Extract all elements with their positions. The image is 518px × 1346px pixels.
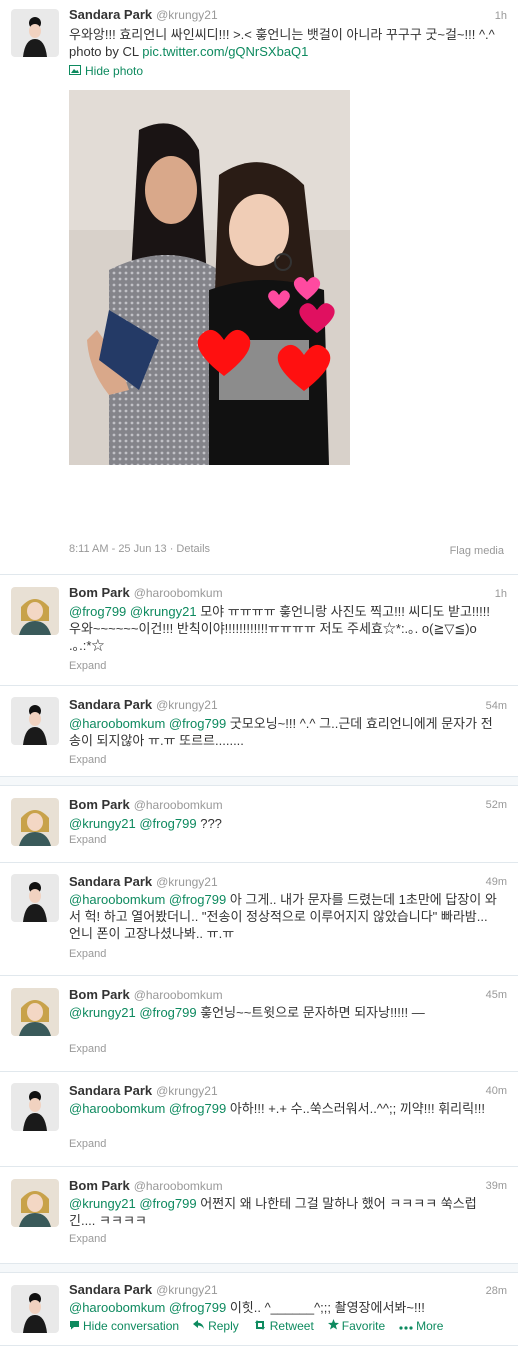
author-handle[interactable]: @haroobomkum [134, 1179, 223, 1193]
avatar-bom[interactable] [11, 587, 59, 635]
avatar-sandara[interactable] [11, 697, 59, 745]
tweet-text: @krungy21 @frog799 ??? [69, 816, 222, 831]
tweet-actions: Hide conversation Reply Retweet Favorite… [69, 1319, 443, 1333]
avatar-sandara[interactable] [11, 9, 59, 57]
hide-conversation-button[interactable]: Hide conversation [69, 1319, 179, 1333]
avatar-bom[interactable] [11, 1179, 59, 1227]
more-button[interactable]: More [399, 1319, 443, 1333]
avatar-bom[interactable] [11, 798, 59, 846]
tweet-time[interactable]: 28m [486, 1285, 507, 1297]
tweet-photo[interactable] [69, 90, 350, 465]
tweet-selected[interactable]: Sandara Park @krungy21 28m @haroobomkum @… [0, 1272, 518, 1346]
author-handle[interactable]: @krungy21 [156, 698, 218, 712]
tweet-time[interactable]: 40m [486, 1085, 507, 1097]
retweet-button[interactable]: Retweet [253, 1319, 314, 1333]
reply-icon [193, 1319, 205, 1333]
author-name[interactable]: Sandara Park @krungy21 [69, 1083, 218, 1098]
tweet-time[interactable]: 49m [486, 876, 507, 888]
mention-link[interactable]: @haroobomkum [69, 1101, 165, 1116]
more-icon [399, 1319, 413, 1333]
tweet[interactable]: Bom Park @haroobomkum 39m @krungy21 @frog… [0, 1167, 518, 1264]
author-name[interactable]: Bom Park @haroobomkum [69, 1178, 223, 1193]
reply-button[interactable]: Reply [193, 1319, 239, 1333]
avatar-bom[interactable] [11, 988, 59, 1036]
mention-link[interactable]: @frog799 [169, 1101, 226, 1116]
author-name[interactable]: Bom Park @haroobomkum [69, 797, 223, 812]
mention-link[interactable]: @haroobomkum [69, 1300, 165, 1315]
tweet[interactable]: Sandara Park @krungy21 40m @haroobomkum @… [0, 1072, 518, 1167]
section-gap [0, 777, 518, 785]
author-name[interactable]: Bom Park @haroobomkum [69, 987, 223, 1002]
mention-link[interactable]: @krungy21 [130, 604, 197, 619]
star-icon [327, 1319, 339, 1333]
tweet[interactable]: Bom Park @haroobomkum 1h @frog799 @krungy… [0, 575, 518, 686]
avatar-sandara[interactable] [11, 1083, 59, 1131]
tweet-time[interactable]: 45m [486, 989, 507, 1001]
tweet-text: @haroobomkum @frog799 아하!!! +.+ 수..쑥스러워서… [69, 1101, 485, 1116]
expand-link[interactable]: Expand [69, 948, 106, 960]
tweet-text: 우와앙!!! 효리언니 싸인씨디!!! >.< 흫언니는 뱃걸이 아니라 꾸구구… [69, 27, 495, 59]
author-handle[interactable]: @krungy21 [156, 1084, 218, 1098]
expand-link[interactable]: Expand [69, 1233, 106, 1245]
tweet-text: @haroobomkum @frog799 이힛.. ^______^;;; 촬… [69, 1300, 425, 1315]
author-handle[interactable]: @krungy21 [156, 8, 218, 22]
tweet-text: @krungy21 @frog799 흫언닝~~트윗으로 문자하면 되자낭!!!… [69, 1005, 425, 1020]
mention-link[interactable]: @frog799 [169, 716, 226, 731]
favorite-button[interactable]: Favorite [327, 1319, 385, 1333]
mention-link[interactable]: @haroobomkum [69, 892, 165, 907]
tweet-time[interactable]: 52m [486, 799, 507, 811]
flag-media-link[interactable]: Flag media [450, 545, 504, 557]
mention-link[interactable]: @krungy21 [69, 816, 136, 831]
expand-link[interactable]: Expand [69, 754, 106, 766]
author-name[interactable]: Sandara Park @krungy21 [69, 874, 218, 889]
author-name[interactable]: Sandara Park @krungy21 [69, 7, 218, 22]
author-name[interactable]: Bom Park @haroobomkum [69, 585, 223, 600]
author-handle[interactable]: @krungy21 [156, 875, 218, 889]
tweet-text: @haroobomkum @frog799 굿모오닝~!!! ^.^ 그..근데… [69, 716, 493, 748]
tweet-time[interactable]: 1h [495, 10, 507, 22]
tweet-text: @krungy21 @frog799 어쩐지 왜 나한테 그걸 말하나 했어 ㅋ… [69, 1196, 477, 1228]
section-gap [0, 1264, 518, 1272]
mention-link[interactable]: @frog799 [169, 1300, 226, 1315]
photo-link[interactable]: pic.twitter.com/gQNrSXbaQ1 [142, 44, 308, 59]
expand-link[interactable]: Expand [69, 660, 106, 672]
expand-link[interactable]: Expand [69, 1043, 106, 1055]
tweet-time[interactable]: 54m [486, 700, 507, 712]
tweet-expanded[interactable]: Sandara Park @krungy21 1h 우와앙!!! 효리언니 싸인씨… [0, 0, 518, 575]
mention-link[interactable]: @frog799 [139, 1196, 196, 1211]
photo-icon [69, 64, 81, 78]
mention-link[interactable]: @frog799 [69, 604, 126, 619]
mention-link[interactable]: @krungy21 [69, 1005, 136, 1020]
hide-photo-link[interactable]: Hide photo [69, 64, 143, 78]
tweet[interactable]: Sandara Park @krungy21 49m @haroobomkum @… [0, 863, 518, 976]
expand-link[interactable]: Expand [69, 1138, 106, 1150]
author-handle[interactable]: @krungy21 [156, 1283, 218, 1297]
tweet-text: @frog799 @krungy21 모야 ㅠㅠㅠㅠ 흫언니랑 사진도 찍고!!… [69, 604, 490, 653]
tweet[interactable]: Bom Park @haroobomkum 45m @krungy21 @frog… [0, 976, 518, 1072]
tweet[interactable]: Sandara Park @krungy21 54m @haroobomkum @… [0, 686, 518, 777]
avatar-sandara[interactable] [11, 874, 59, 922]
author-name[interactable]: Sandara Park @krungy21 [69, 1282, 218, 1297]
author-handle[interactable]: @haroobomkum [134, 586, 223, 600]
mention-link[interactable]: @frog799 [139, 816, 196, 831]
retweet-icon [253, 1319, 267, 1333]
author-handle[interactable]: @haroobomkum [134, 988, 223, 1002]
mention-link[interactable]: @haroobomkum [69, 716, 165, 731]
mention-link[interactable]: @frog799 [139, 1005, 196, 1020]
tweet-timestamp-details[interactable]: 8:11 AM - 25 Jun 13 · Details [69, 543, 210, 555]
author-handle[interactable]: @haroobomkum [134, 798, 223, 812]
conversation-icon [69, 1319, 80, 1333]
mention-link[interactable]: @krungy21 [69, 1196, 136, 1211]
tweet[interactable]: Bom Park @haroobomkum 52m @krungy21 @frog… [0, 785, 518, 863]
mention-link[interactable]: @frog799 [169, 892, 226, 907]
tweet-time[interactable]: 1h [495, 588, 507, 600]
tweet-time[interactable]: 39m [486, 1180, 507, 1192]
author-name[interactable]: Sandara Park @krungy21 [69, 697, 218, 712]
avatar-sandara[interactable] [11, 1285, 59, 1333]
expand-link[interactable]: Expand [69, 834, 106, 846]
tweet-text: @haroobomkum @frog799 아 그게.. 내가 문자를 드렸는데… [69, 892, 497, 941]
